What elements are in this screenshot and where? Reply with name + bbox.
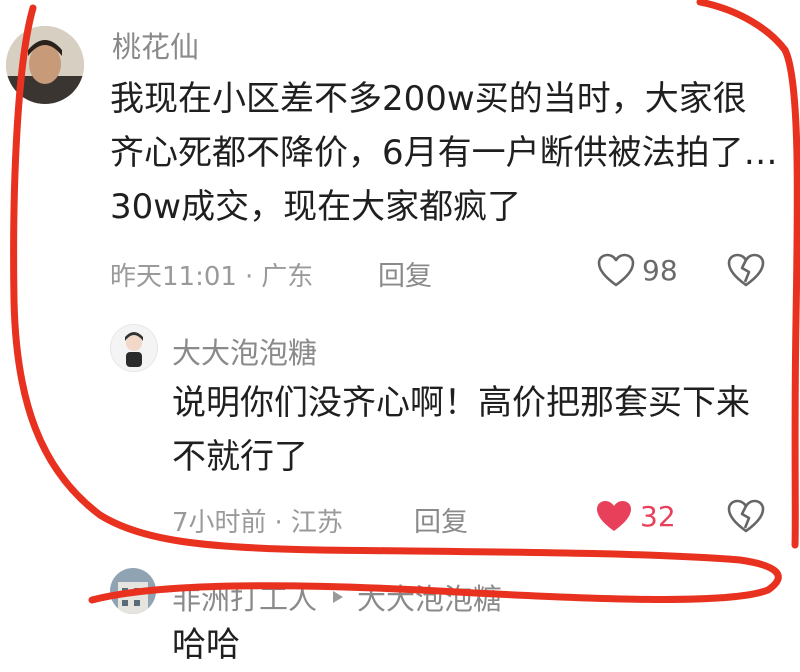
dislike-button[interactable]: [726, 498, 766, 534]
reply-header: 非洲打工人 大大泡泡糖: [172, 576, 502, 618]
comment-text: 说明你们没齐心啊！高价把那套买下来 不就行了: [172, 376, 782, 484]
comment-text: 我现在小区差不多200w买的当时，大家很 齐心死都不降价，6月有一户断供被法拍了…: [110, 72, 790, 234]
like-button[interactable]: 98: [596, 252, 678, 288]
avatar-photo: [6, 26, 84, 104]
reply-to-username[interactable]: 大大泡泡糖: [357, 576, 502, 618]
avatar-photo: [111, 325, 157, 371]
comment-line: 30w成交，现在大家都疯了: [110, 187, 522, 227]
comment-meta: 7小时前 · 江苏: [172, 502, 343, 539]
broken-heart-icon: [726, 252, 766, 288]
avatar[interactable]: [110, 568, 156, 614]
avatar-photo: [110, 568, 156, 614]
comment-line: 齐心死都不降价，6月有一户断供被法拍了…: [110, 133, 778, 173]
play-arrow-icon: [331, 589, 345, 605]
meta-separator: ·: [244, 262, 254, 292]
comment-time: 7小时前: [172, 508, 267, 538]
avatar[interactable]: [110, 324, 158, 372]
comment-location: 广东: [261, 262, 314, 292]
comment-location: 江苏: [290, 508, 343, 538]
reply-button[interactable]: 回复: [378, 254, 432, 293]
comment-line: 说明你们没齐心啊！高价把那套买下来: [172, 383, 750, 423]
comment-username[interactable]: 非洲打工人: [172, 576, 317, 618]
comment-line: 我现在小区差不多200w买的当时，大家很: [110, 79, 747, 119]
comment-username[interactable]: 大大泡泡糖: [172, 330, 317, 372]
avatar[interactable]: [6, 26, 84, 104]
heart-outline-icon: [596, 252, 636, 288]
reply-button[interactable]: 回复: [414, 500, 468, 539]
comment-username[interactable]: 桃花仙: [112, 24, 199, 66]
like-button[interactable]: 32: [594, 498, 676, 534]
dislike-button[interactable]: [726, 252, 766, 288]
meta-separator: ·: [274, 508, 283, 538]
like-count: 98: [642, 253, 678, 287]
comment-time: 昨天11:01: [110, 262, 237, 292]
comment-meta: 昨天11:01 · 广东: [110, 256, 313, 293]
comment-line: 哈哈: [172, 625, 240, 665]
heart-filled-icon: [594, 498, 634, 534]
comment-text: 哈哈: [172, 618, 772, 672]
comment-line: 不就行了: [172, 437, 308, 477]
broken-heart-icon: [726, 498, 766, 534]
like-count: 32: [640, 499, 676, 533]
